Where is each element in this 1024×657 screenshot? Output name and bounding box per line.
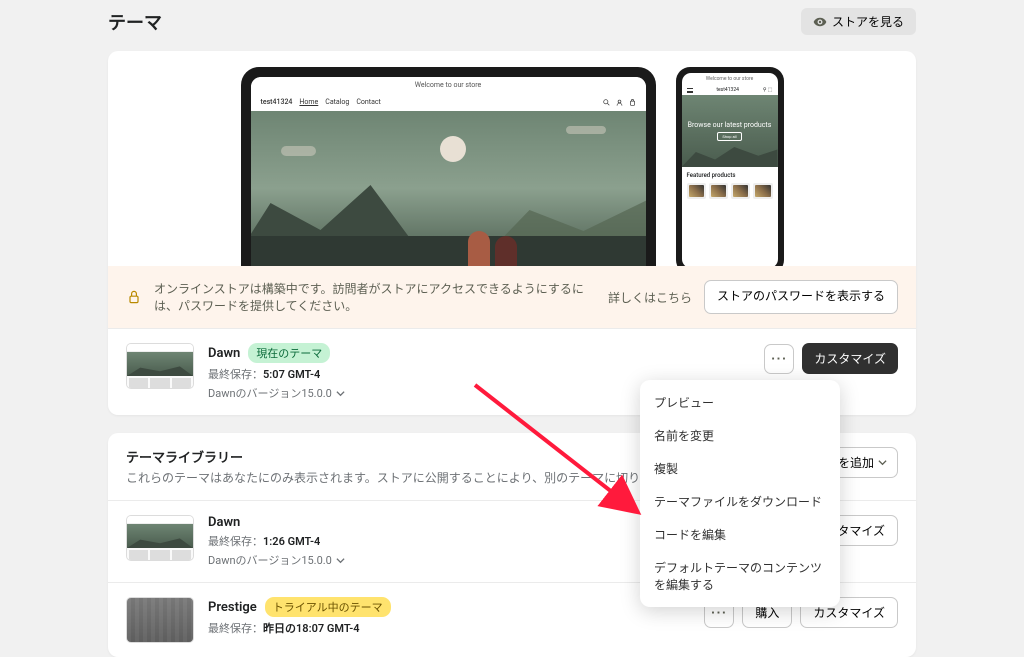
chevron-down-icon	[878, 458, 887, 467]
cart-icon	[629, 99, 636, 106]
menu-edit-code[interactable]: コードを編集	[640, 518, 840, 551]
show-password-button[interactable]: ストアのパスワードを表示する	[704, 280, 898, 314]
alert-text: オンラインストアは構築中です。訪問者がストアにアクセスできるようにするには、パス…	[154, 280, 596, 314]
password-alert: オンラインストアは構築中です。訪問者がストアにアクセスできるようにするには、パス…	[108, 266, 916, 328]
theme-saved: 最終保存：昨日の18:07 GMT-4	[208, 620, 690, 636]
mobile-hero-text: Browse our latest products	[688, 121, 772, 129]
theme-actions-menu: プレビュー 名前を変更 複製 テーマファイルをダウンロード コードを編集 デフォ…	[640, 380, 840, 607]
menu-download[interactable]: テーマファイルをダウンロード	[640, 485, 840, 518]
alert-link[interactable]: 詳しくはこちら	[608, 289, 692, 306]
mobile-preview-frame: Welcome to our store test41324 ⚲ ⬚ Brows…	[676, 67, 784, 266]
theme-name: Prestige	[208, 600, 257, 615]
menu-duplicate[interactable]: 複製	[640, 452, 840, 485]
theme-name: Dawn	[208, 346, 240, 361]
theme-name: Dawn	[208, 515, 240, 530]
featured-title: Featured products	[687, 172, 773, 179]
menu-rename[interactable]: 名前を変更	[640, 419, 840, 452]
mobile-store-name: test41324	[716, 87, 739, 93]
mobile-icons: ⚲ ⬚	[763, 87, 773, 93]
theme-thumbnail	[126, 597, 194, 643]
preview-nav-home: Home	[299, 98, 318, 106]
eye-icon	[813, 15, 827, 29]
theme-thumbnail	[126, 515, 194, 561]
chevron-down-icon	[336, 556, 345, 565]
current-theme-badge: 現在のテーマ	[248, 343, 330, 363]
desktop-preview-frame: Welcome to our store test41324 Home Cata…	[241, 67, 656, 266]
current-theme-card: Welcome to our store test41324 Home Cata…	[108, 51, 916, 415]
more-actions-button[interactable]: ···	[764, 344, 794, 374]
preview-nav-catalog: Catalog	[325, 98, 349, 106]
preview-hero	[251, 111, 646, 266]
hamburger-icon	[687, 88, 693, 93]
mobile-announcement: Welcome to our store	[682, 73, 778, 85]
page-title: テーマ	[108, 9, 162, 35]
menu-preview[interactable]: プレビュー	[640, 386, 840, 419]
lock-icon	[126, 289, 142, 305]
preview-nav-contact: Contact	[356, 98, 380, 106]
trial-badge: トライアル中のテーマ	[265, 597, 391, 617]
chevron-down-icon	[336, 389, 345, 398]
dots-icon: ···	[771, 351, 787, 366]
customize-button[interactable]: カスタマイズ	[802, 343, 898, 374]
announcement-bar: Welcome to our store	[251, 77, 646, 93]
user-icon	[616, 99, 623, 106]
theme-thumbnail	[126, 343, 194, 389]
view-store-label: ストアを見る	[832, 13, 904, 30]
preview-store-name: test41324	[261, 98, 293, 106]
search-icon	[603, 99, 610, 106]
menu-edit-default[interactable]: デフォルトテーマのコンテンツを編集する	[640, 551, 840, 601]
theme-preview-area: Welcome to our store test41324 Home Cata…	[108, 51, 916, 266]
dots-icon: ···	[711, 605, 727, 620]
view-store-button[interactable]: ストアを見る	[801, 8, 916, 35]
mobile-cta: Shop all	[717, 132, 741, 141]
